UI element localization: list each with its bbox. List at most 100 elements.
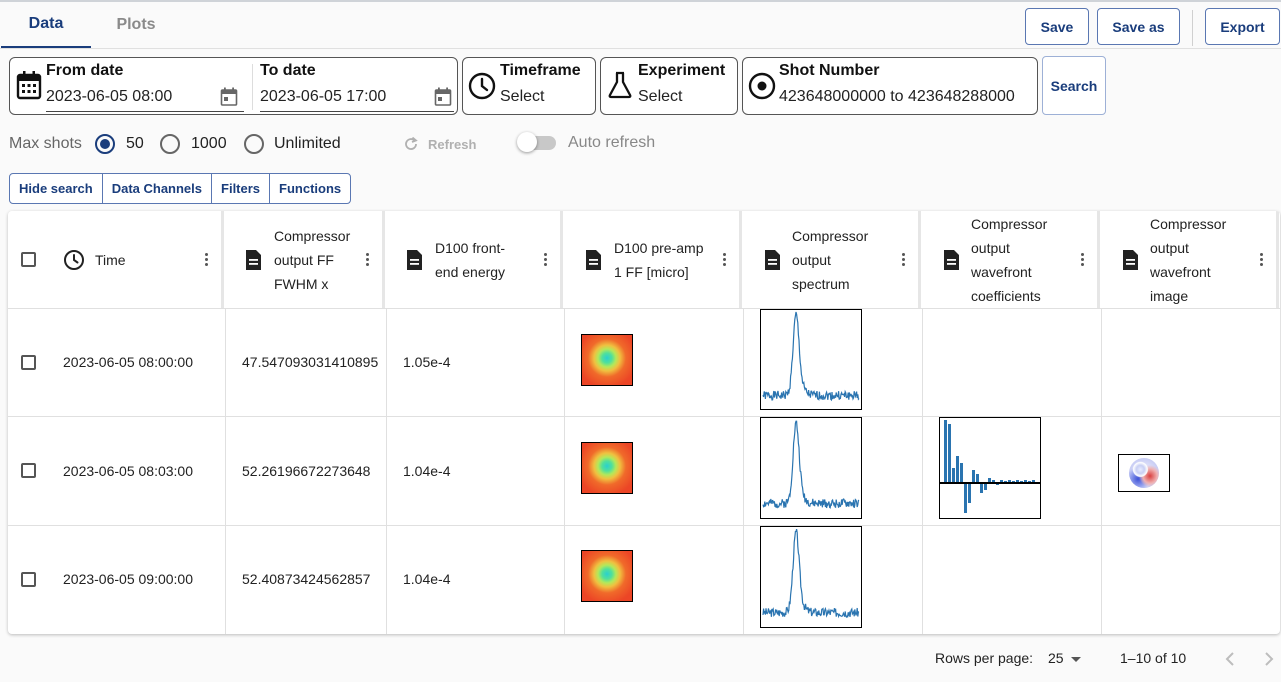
timeframe-filter[interactable]: Timeframe Select [462, 57, 596, 115]
fwhm-cell: 52.26196672273648 [242, 463, 371, 479]
timeframe-label: Timeframe [500, 62, 581, 79]
column-divider[interactable] [560, 211, 563, 308]
wavefront-coefficients-plot-image[interactable] [939, 417, 1041, 519]
from-date-input[interactable]: 2023-06-05 08:00 [46, 88, 172, 106]
column-divider[interactable] [1276, 211, 1279, 308]
column-header-spectrum-line1[interactable]: Compressor [792, 224, 868, 248]
max-shots-unlimited-label: Unlimited [274, 135, 341, 152]
chevron-right-icon[interactable] [1263, 651, 1275, 667]
document-icon [944, 250, 959, 270]
row-checkbox[interactable] [21, 572, 36, 587]
shot-number-label: Shot Number [779, 62, 880, 79]
column-header-coeff-line4[interactable]: coefficients [971, 284, 1041, 308]
column-menu-icon[interactable] [544, 253, 548, 267]
experiment-filter[interactable]: Experiment Select [600, 57, 738, 115]
date-divider [252, 64, 253, 110]
max-shots-unlimited-radio[interactable] [244, 134, 264, 154]
column-header-spectrum-line2[interactable]: output [792, 248, 831, 272]
chevron-down-icon[interactable] [1070, 656, 1082, 663]
document-icon [586, 250, 601, 270]
max-shots-1000-radio[interactable] [160, 134, 180, 154]
row-checkbox[interactable] [21, 355, 36, 370]
document-icon [407, 250, 422, 270]
filters-button[interactable]: Filters [212, 174, 271, 203]
beam-profile-image[interactable] [581, 334, 633, 386]
save-button[interactable]: Save [1025, 8, 1089, 45]
column-header-wfimage-line2[interactable]: output [1150, 236, 1189, 260]
max-shots-50-radio[interactable] [95, 134, 115, 154]
table-header: Time Compressor output FF FWHM x D100 fr… [8, 211, 1280, 308]
calendar-picker-icon[interactable] [220, 87, 238, 107]
spectrum-plot-image[interactable] [760, 417, 862, 519]
column-header-fwhm-line3[interactable]: FWHM x [274, 272, 328, 296]
column-menu-icon[interactable] [1081, 253, 1085, 267]
max-shots-label: Max shots [9, 135, 82, 152]
column-menu-icon[interactable] [366, 253, 370, 267]
column-header-time[interactable]: Time [95, 248, 126, 272]
beam-profile-image[interactable] [581, 442, 633, 494]
tab-data[interactable]: Data [1, 2, 91, 48]
column-header-spectrum-line3[interactable]: spectrum [792, 272, 850, 296]
column-header-energy-line2[interactable]: end energy [435, 260, 505, 284]
experiment-value: Select [638, 88, 683, 105]
column-menu-icon[interactable] [902, 253, 906, 267]
rows-per-page-label: Rows per page: [935, 650, 1034, 666]
column-menu-icon[interactable] [1260, 253, 1264, 267]
column-header-wfimage-line4[interactable]: image [1150, 284, 1188, 308]
functions-button[interactable]: Functions [270, 174, 350, 203]
fwhm-cell: 47.547093031410895 [242, 354, 379, 370]
hide-search-button[interactable]: Hide search [10, 174, 103, 203]
search-options-button-group: Hide search Data Channels Filters Functi… [9, 173, 352, 204]
row-checkbox[interactable] [21, 463, 36, 478]
column-divider[interactable] [382, 211, 385, 308]
tab-plots[interactable]: Plots [91, 2, 181, 48]
column-header-fwhm-line1[interactable]: Compressor [274, 224, 350, 248]
calendar-picker-icon[interactable] [434, 87, 452, 107]
column-menu-icon[interactable] [205, 253, 209, 267]
select-all-checkbox[interactable] [21, 252, 36, 267]
column-header-wfimage-line1[interactable]: Compressor [1150, 212, 1226, 236]
export-button[interactable]: Export [1205, 8, 1280, 45]
fwhm-cell: 52.40873424562857 [242, 571, 371, 587]
column-header-coeff-line3[interactable]: wavefront [971, 260, 1032, 284]
to-date-underline [260, 111, 454, 112]
document-icon [246, 250, 261, 270]
column-header-fwhm-line2[interactable]: output FF [274, 248, 334, 272]
column-header-wfimage-line3[interactable]: wavefront [1150, 260, 1211, 284]
document-icon [1123, 250, 1138, 270]
rows-per-page-select[interactable]: 25 [1048, 650, 1064, 666]
auto-refresh-label: Auto refresh [568, 134, 656, 151]
spectrum-plot-image[interactable] [760, 309, 862, 410]
column-header-preamp-line2[interactable]: 1 FF [micro] [614, 260, 689, 284]
wavefront-image[interactable] [1118, 454, 1170, 492]
refresh-icon[interactable] [403, 136, 419, 152]
to-date-input[interactable]: 2023-06-05 17:00 [260, 88, 386, 106]
refresh-button[interactable]: Refresh [428, 132, 476, 156]
chevron-left-icon[interactable] [1224, 651, 1236, 667]
column-header-energy-line1[interactable]: D100 front- [435, 236, 505, 260]
shot-number-filter[interactable]: Shot Number 423648000000 to 423648288000 [742, 57, 1038, 115]
table-row[interactable]: 2023-06-05 09:00:00 52.40873424562857 1.… [8, 526, 1280, 634]
search-button[interactable]: Search [1042, 56, 1106, 115]
column-divider[interactable] [918, 211, 921, 308]
save-as-button[interactable]: Save as [1097, 8, 1180, 45]
auto-refresh-toggle[interactable] [517, 132, 537, 152]
column-header-coeff-line1[interactable]: Compressor [971, 212, 1047, 236]
column-header-preamp-line1[interactable]: D100 pre-amp [614, 236, 704, 260]
column-divider[interactable] [221, 211, 224, 308]
table-row[interactable]: 2023-06-05 08:03:00 52.26196672273648 1.… [8, 417, 1280, 525]
column-divider[interactable] [739, 211, 742, 308]
from-date-underline [46, 111, 244, 112]
column-menu-icon[interactable] [723, 253, 727, 267]
top-bar: Data Plots Save Save as Export [0, 0, 1281, 49]
spectrum-plot-image[interactable] [760, 526, 862, 628]
toolbar-divider [1192, 10, 1193, 46]
table-row[interactable]: 2023-06-05 08:00:00 47.547093031410895 1… [8, 309, 1280, 416]
document-icon [765, 250, 780, 270]
target-icon [748, 72, 776, 100]
column-header-coeff-line2[interactable]: output [971, 236, 1010, 260]
beam-profile-image[interactable] [581, 550, 633, 602]
data-channels-button[interactable]: Data Channels [103, 174, 213, 203]
column-divider[interactable] [1097, 211, 1100, 308]
time-cell: 2023-06-05 09:00:00 [63, 571, 193, 587]
